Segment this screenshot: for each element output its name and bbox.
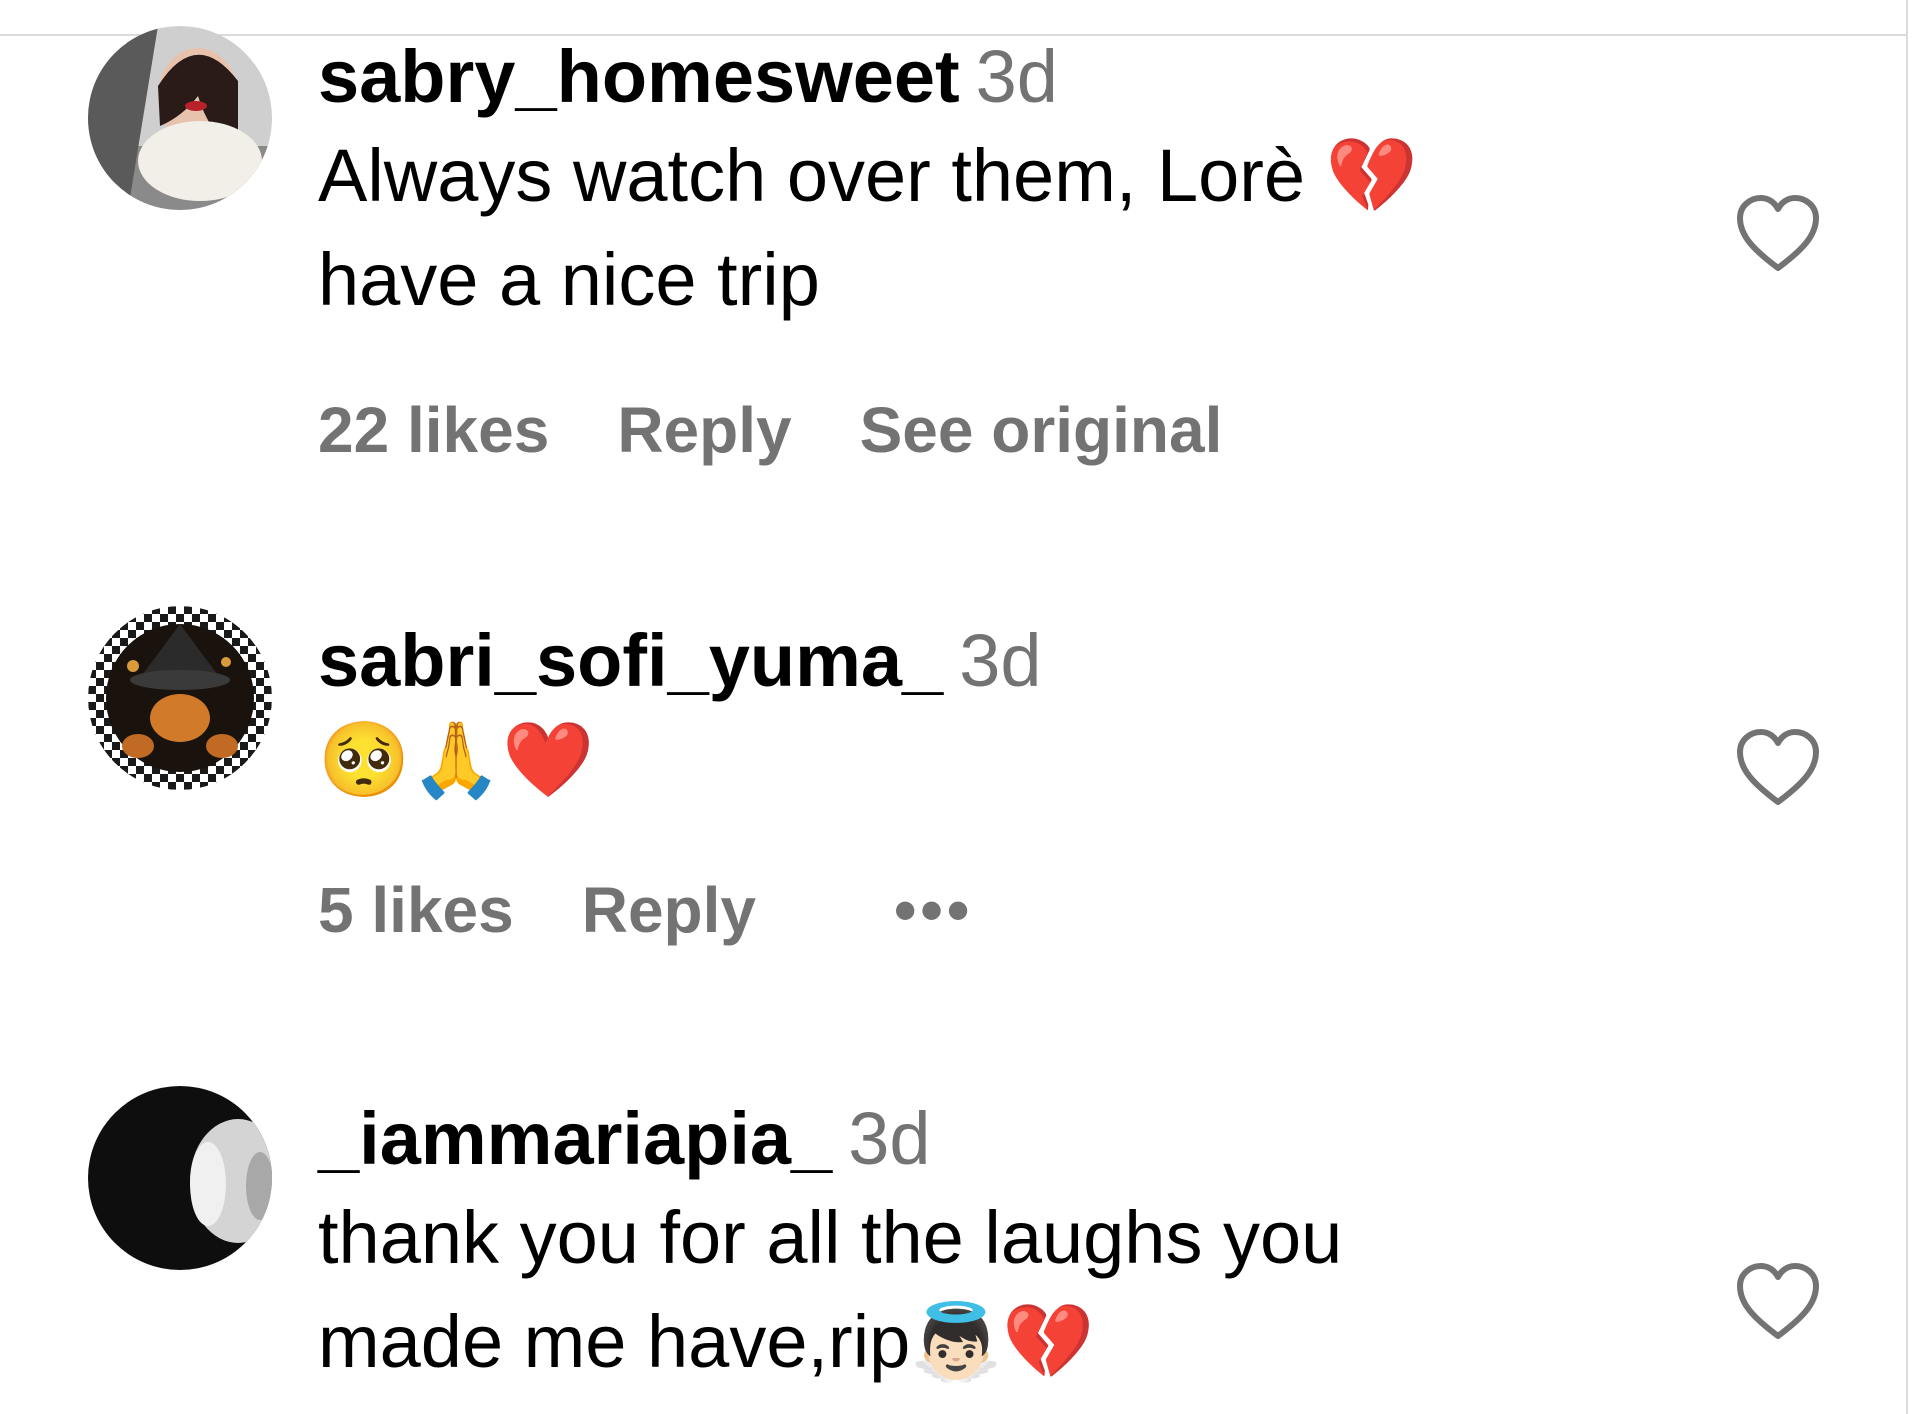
more-options-button[interactable]: •••: [894, 874, 973, 946]
comments-list: sabry_homesweet 3d Always watch over them…: [0, 0, 1906, 1414]
comment-actions: 5 likes Reply •••: [318, 870, 1041, 950]
reply-button[interactable]: Reply: [582, 874, 756, 946]
comment-text-line: Always watch over them, Lorè 💔: [318, 134, 1418, 217]
comment-timestamp[interactable]: 3d: [959, 619, 1041, 702]
comment-actions: 22 likes Reply See original: [318, 390, 1290, 470]
heart-outline-icon[interactable]: [1734, 194, 1822, 274]
comment-header: _iammariapia_ 3d: [318, 1094, 1658, 1184]
comment-header: sabri_sofi_yuma_ 3d: [318, 616, 1658, 706]
comment-username[interactable]: _iammariapia_: [318, 1097, 832, 1180]
comment-text-line: made me have,rip👼🏻💔: [318, 1300, 1095, 1383]
avatar[interactable]: [88, 26, 272, 210]
comment-username[interactable]: sabri_sofi_yuma_: [318, 619, 943, 702]
avatar-photo: [88, 1086, 272, 1270]
see-original-button[interactable]: See original: [860, 394, 1223, 466]
comment-header: sabry_homesweet 3d: [318, 32, 1658, 122]
avatar[interactable]: [88, 606, 272, 790]
heart-outline-icon[interactable]: [1734, 728, 1822, 808]
comment-text-line: 🥺🙏❤️: [318, 717, 595, 803]
avatar-photo: [88, 606, 272, 790]
comment-timestamp[interactable]: 3d: [848, 1097, 930, 1180]
heart-outline-icon[interactable]: [1734, 1262, 1822, 1342]
comment-text-line: thank you for all the laughs you: [318, 1196, 1343, 1279]
comment-username[interactable]: sabry_homesweet: [318, 35, 960, 118]
scroll-edge-border: [1906, 0, 1908, 1414]
comment-timestamp[interactable]: 3d: [976, 35, 1058, 118]
likes-count[interactable]: 22 likes: [318, 394, 549, 466]
likes-count[interactable]: 5 likes: [318, 874, 514, 946]
avatar-photo: [88, 26, 272, 210]
reply-button[interactable]: Reply: [617, 394, 791, 466]
avatar[interactable]: [88, 1086, 272, 1270]
comment-text-line: have a nice trip: [318, 238, 820, 321]
